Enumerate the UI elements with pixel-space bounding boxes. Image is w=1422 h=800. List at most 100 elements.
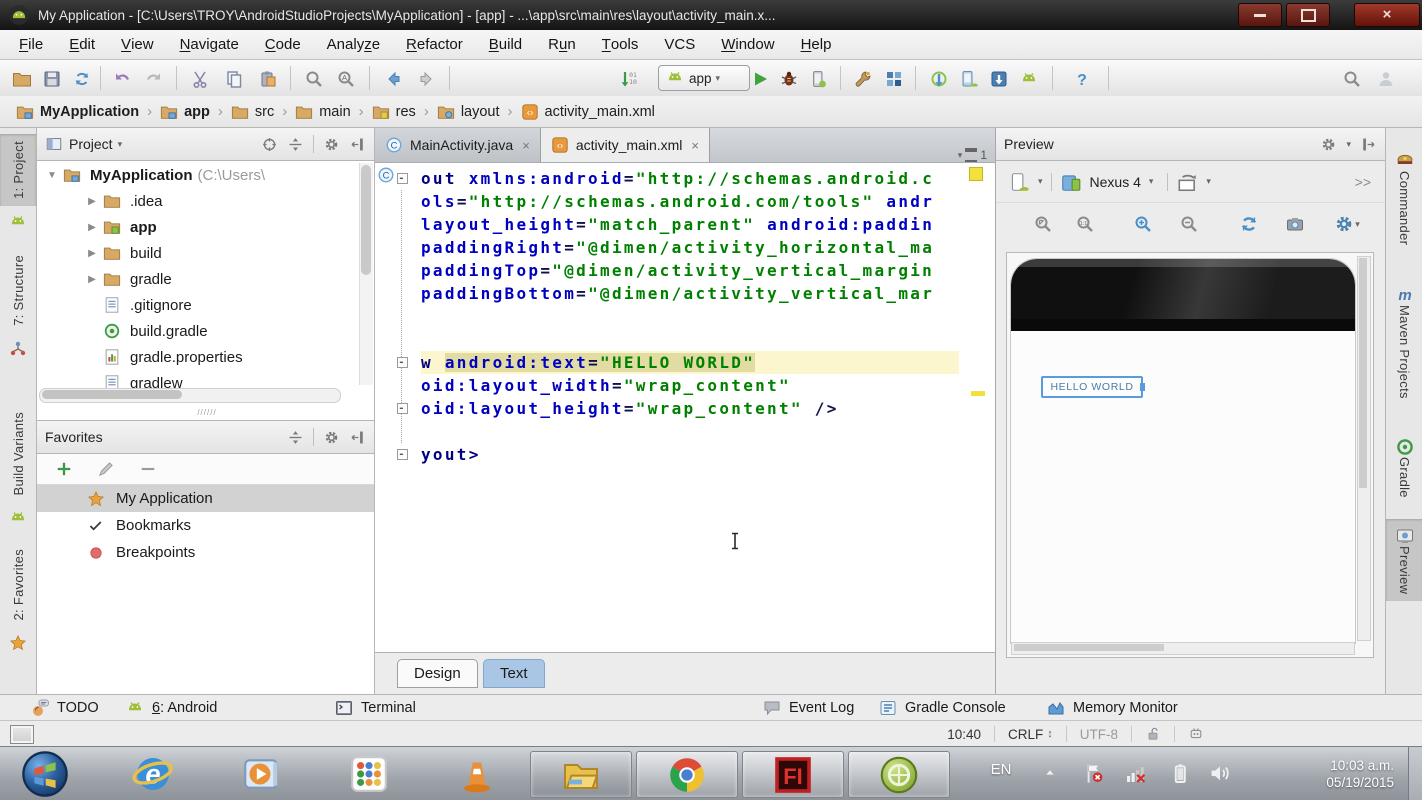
dock-right-icon[interactable]: [1360, 136, 1377, 153]
language-indicator[interactable]: EN: [984, 761, 1018, 778]
device-config-icon[interactable]: [1008, 171, 1030, 193]
replace-button[interactable]: A: [334, 67, 358, 91]
find-button[interactable]: [302, 67, 326, 91]
stripe-1-project[interactable]: 1: Project: [0, 134, 36, 206]
menu-refactor[interactable]: Refactor: [393, 30, 476, 59]
close-button[interactable]: ×: [1354, 3, 1420, 27]
split-icon[interactable]: [287, 136, 304, 153]
tree-arrow-icon[interactable]: ▶: [83, 274, 101, 285]
project-vertical-scrollbar[interactable]: [359, 163, 373, 385]
taskbar-appgrid-button[interactable]: [348, 753, 390, 795]
maximize-button[interactable]: [1286, 3, 1330, 27]
dock-left-icon[interactable]: [349, 136, 366, 153]
android-button[interactable]: [1017, 67, 1041, 91]
settings-wrench-button[interactable]: [851, 67, 875, 91]
paste-button[interactable]: [256, 67, 280, 91]
search-everywhere-button[interactable]: [1340, 67, 1364, 91]
toggle-toolwindows-button[interactable]: [10, 725, 34, 744]
project-structure-button[interactable]: [882, 67, 906, 91]
tree-item-build[interactable]: ▶build: [37, 240, 358, 266]
action-center-icon[interactable]: [1082, 761, 1106, 785]
zoom-in-icon[interactable]: [1130, 211, 1156, 237]
fold-marker[interactable]: -: [397, 403, 408, 414]
menu-help[interactable]: Help: [788, 30, 845, 59]
copy-button[interactable]: [222, 67, 246, 91]
minimize-button[interactable]: [1238, 3, 1282, 27]
user-button[interactable]: [1374, 67, 1398, 91]
breadcrumb-item-layout[interactable]: layout: [437, 103, 500, 121]
code-editor[interactable]: C -out xmlns:android="http://schemas.and…: [375, 163, 995, 652]
menu-file[interactable]: File: [6, 30, 56, 59]
cut-button[interactable]: [188, 67, 212, 91]
lock-icon[interactable]: [1131, 726, 1174, 742]
fold-marker[interactable]: -: [397, 357, 408, 368]
toolwindow-button-gradle-console[interactable]: Gradle Console: [878, 696, 1006, 720]
compass-icon[interactable]: [261, 136, 278, 153]
run-configuration-selector[interactable]: app▾: [658, 65, 750, 91]
tree-arrow-icon[interactable]: ▶: [83, 222, 101, 233]
menu-window[interactable]: Window: [708, 30, 787, 59]
menu-edit[interactable]: Edit: [56, 30, 108, 59]
orientation-icon[interactable]: [1176, 171, 1198, 193]
redo-button[interactable]: [142, 67, 166, 91]
menu-code[interactable]: Code: [252, 30, 314, 59]
panel-splitter[interactable]: //////: [187, 410, 227, 415]
tab-design[interactable]: Design: [397, 659, 478, 688]
gear-blue-icon[interactable]: ▾: [1334, 211, 1360, 237]
network-icon[interactable]: [1124, 761, 1148, 785]
tree-item--idea[interactable]: ▶.idea: [37, 188, 358, 214]
line-ending-selector[interactable]: CRLF↕: [994, 726, 1066, 742]
breadcrumb-item-MyApplication[interactable]: MyApplication: [16, 103, 139, 121]
taskbar-chrome-button[interactable]: [636, 751, 738, 798]
toolwindow-button-6-android[interactable]: 6: Android: [125, 696, 217, 720]
stripe-hierarchy[interactable]: [0, 339, 36, 359]
menu-run[interactable]: Run: [535, 30, 589, 59]
stripe-android[interactable]: [0, 508, 36, 528]
open-folder-button[interactable]: [10, 67, 34, 91]
tray-expand-icon[interactable]: [1042, 765, 1058, 781]
preview-horizontal-scrollbar[interactable]: [1011, 642, 1355, 655]
favorites-item-my-application[interactable]: My Application: [37, 485, 374, 512]
zoom-fit-icon[interactable]: [1030, 211, 1056, 237]
show-desktop-button[interactable]: [1408, 747, 1422, 800]
menu-vcs[interactable]: VCS: [651, 30, 708, 59]
sort-button[interactable]: 0110: [617, 67, 641, 91]
avd-manager-button[interactable]: [957, 67, 981, 91]
sync-button[interactable]: [70, 67, 94, 91]
close-icon[interactable]: ×: [691, 138, 699, 153]
zoom-actual-icon[interactable]: 1:1: [1072, 211, 1098, 237]
camera-icon[interactable]: [1282, 211, 1308, 237]
gradle-sync-button[interactable]: [927, 67, 951, 91]
tree-item--gitignore[interactable]: .gitignore: [37, 292, 358, 318]
stripe-gradle[interactable]: Gradle: [1386, 430, 1422, 505]
toolwindow-button-terminal[interactable]: Terminal: [334, 696, 416, 720]
taskbar-android-studio-button[interactable]: [848, 751, 950, 798]
editor-tabs-menu[interactable]: ▾1: [958, 148, 995, 162]
tree-arrow-icon[interactable]: ▼: [43, 170, 61, 181]
tab-text[interactable]: Text: [483, 659, 545, 688]
taskbar-ie-button[interactable]: e: [132, 753, 174, 795]
stripe-commander[interactable]: Commander: [1386, 144, 1422, 252]
stripe-preview[interactable]: Preview: [1386, 519, 1422, 601]
tree-arrow-icon[interactable]: ▶: [83, 248, 101, 259]
warning-stripe-marker[interactable]: [971, 391, 985, 396]
dock-left-icon[interactable]: [349, 429, 366, 446]
battery-icon[interactable]: [1168, 761, 1192, 785]
zoom-out-icon[interactable]: [1176, 211, 1202, 237]
device-selector[interactable]: Nexus 4: [1090, 174, 1141, 190]
stripe-android[interactable]: [0, 212, 36, 232]
add-icon[interactable]: [55, 460, 73, 478]
breadcrumb-item-src[interactable]: src: [231, 103, 274, 121]
favorites-item-breakpoints[interactable]: Breakpoints: [37, 539, 374, 566]
project-horizontal-scrollbar[interactable]: [39, 388, 341, 403]
taskbar-explorer-button[interactable]: [530, 751, 632, 798]
menu-build[interactable]: Build: [476, 30, 535, 59]
editor-tab-activity-main-xml[interactable]: ‹›activity_main.xml×: [541, 128, 710, 162]
volume-icon[interactable]: [1208, 761, 1232, 785]
breadcrumb-item-app[interactable]: app: [160, 103, 210, 121]
stripe-2-favorites[interactable]: 2: Favorites: [0, 542, 36, 628]
favorites-item-bookmarks[interactable]: Bookmarks: [37, 512, 374, 539]
toolbar-overflow-button[interactable]: >>: [1355, 174, 1385, 190]
close-icon[interactable]: ×: [522, 138, 530, 153]
stripe-build-variants[interactable]: Build Variants: [0, 405, 36, 502]
